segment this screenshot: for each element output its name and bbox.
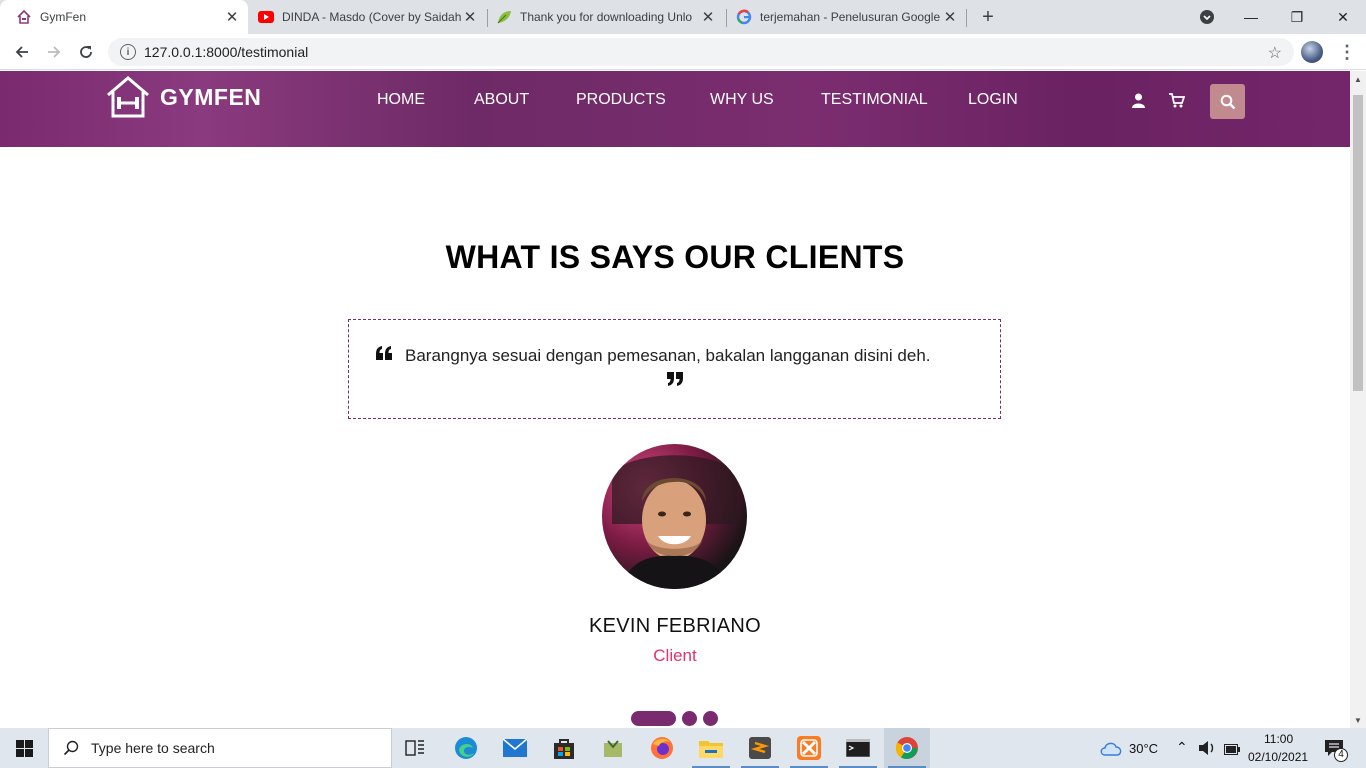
profile-avatar[interactable] (1301, 41, 1323, 63)
minimize-button[interactable]: — (1228, 0, 1274, 34)
search-icon (1220, 94, 1235, 109)
reload-button[interactable] (72, 38, 100, 66)
scrollbar-thumb[interactable] (1353, 95, 1363, 391)
tab-separator (966, 9, 967, 27)
more-menu-icon[interactable]: ⋮ (1336, 41, 1358, 63)
tab-gymfen[interactable]: GymFen ✕ (0, 0, 248, 34)
scroll-down-icon[interactable]: ▼ (1354, 716, 1362, 725)
tab-title: DINDA - Masdo (Cover by Saidah (282, 10, 462, 24)
close-icon[interactable]: ✕ (462, 9, 478, 26)
edge-icon[interactable] (443, 728, 489, 768)
gym-house-icon (107, 76, 149, 118)
user-icon[interactable] (1132, 93, 1145, 113)
firefox-icon[interactable] (639, 728, 685, 768)
task-view-icon[interactable] (392, 728, 438, 768)
close-window-button[interactable]: ✕ (1320, 0, 1366, 34)
house-icon (16, 9, 32, 25)
site-logo[interactable]: GYMFEN (105, 75, 261, 119)
scroll-up-icon[interactable]: ▲ (1354, 75, 1362, 84)
sublime-text-icon[interactable] (737, 728, 783, 768)
youtube-icon (258, 9, 274, 25)
nav-testimonial[interactable]: TESTIMONIAL (821, 91, 928, 111)
carousel-dot-2[interactable] (682, 711, 697, 726)
nav-products[interactable]: PRODUCTS (576, 91, 666, 111)
url-text: 127.0.0.1:8000/testimonial (144, 44, 309, 60)
chevron-up-icon[interactable]: ⌃ (1176, 739, 1188, 756)
restore-button[interactable]: ❐ (1274, 0, 1320, 34)
back-button[interactable] (8, 38, 36, 66)
carousel-dot-1[interactable] (631, 711, 676, 726)
mail-icon[interactable] (492, 728, 538, 768)
close-icon[interactable]: ✕ (942, 9, 958, 26)
search-icon (63, 740, 79, 756)
file-explorer-icon[interactable] (688, 728, 734, 768)
search-button[interactable] (1210, 84, 1245, 119)
forward-button[interactable] (40, 38, 68, 66)
section-heading: WHAT IS SAYS OUR CLIENTS (445, 239, 905, 275)
weather-temperature[interactable]: 30°C (1129, 741, 1158, 756)
quote-open-icon (376, 346, 392, 360)
client-name: KEVIN FEBRIANO (588, 615, 761, 637)
quote-close-icon (667, 372, 683, 386)
nav-home[interactable]: HOME (377, 91, 425, 111)
tab-title: GymFen (40, 10, 87, 24)
nav-why-us[interactable]: WHY US (710, 91, 774, 111)
tab-search-button[interactable] (1184, 0, 1230, 34)
close-icon[interactable]: ✕ (224, 9, 240, 26)
site-header: GYMFEN HOME ABOUT PRODUCTS WHY US TESTIM… (0, 71, 1350, 147)
nav-login[interactable]: LOGIN (968, 91, 1018, 111)
reload-icon (80, 46, 92, 58)
arrow-left-icon (15, 46, 28, 58)
info-icon[interactable]: i (120, 44, 136, 60)
xampp-icon[interactable] (786, 728, 832, 768)
tab-google[interactable]: terjemahan - Penelusuran Google ✕ (720, 0, 966, 34)
chevron-down-icon (1200, 10, 1214, 24)
weather-cloud-icon[interactable] (1099, 740, 1123, 761)
tab-title: terjemahan - Penelusuran Google (760, 10, 941, 24)
close-icon[interactable]: ✕ (700, 9, 716, 26)
start-button[interactable] (0, 728, 48, 768)
leaf-icon (496, 9, 512, 25)
client-avatar (602, 444, 747, 589)
chrome-icon[interactable] (884, 728, 930, 768)
google-icon (736, 9, 752, 25)
cart-icon[interactable] (1169, 93, 1186, 113)
battery-icon[interactable] (1224, 742, 1240, 760)
notification-count-badge: 4 (1334, 748, 1348, 762)
terminal-icon[interactable] (835, 728, 881, 768)
clock-time[interactable]: 11:00 (1264, 732, 1293, 746)
tab-youtube[interactable]: DINDA - Masdo (Cover by Saidah ✕ (242, 0, 486, 34)
nav-about[interactable]: ABOUT (474, 91, 529, 111)
new-tab-button[interactable]: + (976, 5, 1000, 29)
carousel-indicators (631, 711, 724, 726)
brand-name: GYMFEN (160, 83, 262, 110)
browser-toolbar: i 127.0.0.1:8000/testimonial ☆ (0, 34, 1366, 70)
tab-title: Thank you for downloading Unlo (520, 10, 693, 24)
arrow-right-icon (48, 46, 61, 58)
browser-tab-strip: GymFen ✕ DINDA - Masdo (Cover by Saidah … (0, 0, 1366, 34)
app-install-icon[interactable] (590, 728, 636, 768)
windows-logo-icon (15, 739, 33, 757)
page-scrollbar[interactable]: ▲ ▼ (1350, 71, 1366, 728)
page-viewport: GYMFEN HOME ABOUT PRODUCTS WHY US TESTIM… (0, 71, 1350, 728)
clock-date[interactable]: 02/10/2021 (1248, 750, 1308, 764)
volume-icon[interactable] (1198, 740, 1216, 761)
testimonial-quote: Barangnya sesuai dengan pemesanan, bakal… (405, 346, 931, 365)
taskbar-search-box[interactable]: Type here to search (48, 728, 392, 768)
client-role: Client (653, 646, 697, 665)
carousel-dot-3[interactable] (703, 711, 718, 726)
tab-download[interactable]: Thank you for downloading Unlo ✕ (480, 0, 724, 34)
store-icon[interactable] (541, 728, 587, 768)
taskbar-search-placeholder: Type here to search (91, 740, 215, 756)
star-icon[interactable]: ☆ (1268, 43, 1282, 63)
windows-taskbar: Type here to search 30°C ⌃ 11:00 02/10/2… (0, 728, 1366, 768)
address-bar[interactable]: i 127.0.0.1:8000/testimonial ☆ (108, 38, 1294, 66)
testimonial-quote-box: Barangnya sesuai dengan pemesanan, bakal… (348, 319, 1001, 419)
